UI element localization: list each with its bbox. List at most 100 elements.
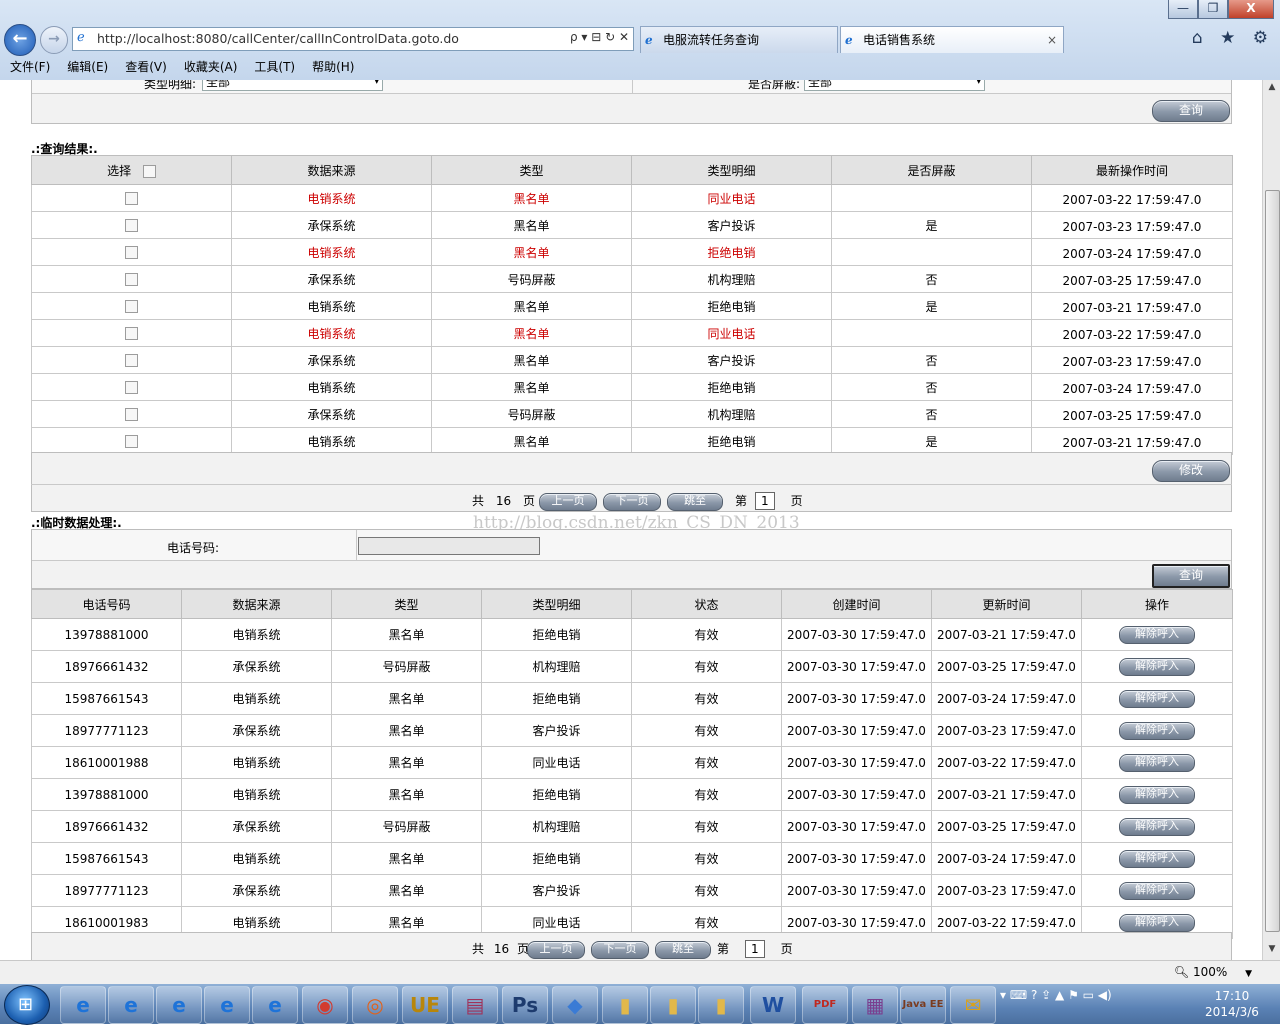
result-row[interactable]: 承保系统 黑名单 客户投诉否 2007-03-23 17:59:47.0	[31, 346, 1233, 374]
result-row[interactable]: 承保系统 黑名单 客户投诉是 2007-03-23 17:59:47.0	[31, 211, 1233, 239]
mail-icon[interactable]: ✉	[950, 986, 996, 1024]
zoom-control[interactable]: 🔍︎ 100% ▼	[1174, 965, 1252, 979]
menu-view[interactable]: 查看(V)	[115, 56, 174, 78]
next-page-button[interactable]: 下一页	[603, 493, 661, 511]
release-call-button[interactable]: 解除呼入	[1119, 817, 1195, 836]
scroll-thumb[interactable]	[1265, 190, 1280, 932]
result-row[interactable]: 电销系统 黑名单 拒绝电销否 2007-03-24 17:59:47.0	[31, 373, 1233, 401]
source-cell: 电销系统	[181, 842, 332, 875]
pager-total: 16	[495, 494, 512, 508]
phone-input[interactable]	[358, 537, 540, 555]
type-cell: 黑名单	[331, 682, 482, 715]
scroll-up-icon[interactable]: ▲	[1265, 82, 1279, 96]
chrome-icon[interactable]: ◉	[302, 986, 348, 1024]
query-button-top[interactable]: 查询	[1152, 100, 1230, 122]
forward-button[interactable]: →	[40, 26, 68, 54]
prev-page-button[interactable]: 上一页	[527, 941, 585, 959]
row-checkbox[interactable]	[125, 327, 138, 340]
prev-page-button[interactable]: 上一页	[539, 493, 597, 511]
action-cell: 解除呼入	[1081, 714, 1233, 747]
release-call-button[interactable]: 解除呼入	[1119, 625, 1195, 644]
ultraedit-icon[interactable]: UE	[402, 986, 448, 1024]
ie-icon[interactable]: e	[156, 986, 202, 1024]
next-page-button[interactable]: 下一页	[591, 941, 649, 959]
address-bar[interactable]: ℯ http://localhost:8080/callCenter/callI…	[72, 27, 634, 51]
vertical-scrollbar[interactable]: ▲ ▼	[1262, 80, 1280, 960]
type-detail-select[interactable]: 全部 ▾	[202, 80, 383, 91]
javaee-icon[interactable]: Java EE	[900, 986, 946, 1024]
close-window-button[interactable]: X	[1228, 0, 1274, 19]
row-checkbox[interactable]	[125, 192, 138, 205]
menu-help[interactable]: 帮助(H)	[302, 56, 361, 78]
jump-button[interactable]: 跳至	[655, 941, 711, 959]
row-checkbox[interactable]	[125, 354, 138, 367]
result-row[interactable]: 承保系统 号码屏蔽 机构理赔否 2007-03-25 17:59:47.0	[31, 265, 1233, 293]
release-call-button[interactable]: 解除呼入	[1119, 753, 1195, 772]
modify-button[interactable]: 修改	[1152, 460, 1230, 482]
pdf-icon[interactable]: PDF	[802, 986, 848, 1024]
result-row[interactable]: 承保系统 号码屏蔽 机构理赔否 2007-03-25 17:59:47.0	[31, 400, 1233, 428]
folder-icon[interactable]: ▮	[650, 986, 696, 1024]
ie-icon[interactable]: e	[60, 986, 106, 1024]
tab-close-icon[interactable]: ×	[1047, 27, 1057, 53]
word-icon[interactable]: W	[750, 986, 796, 1024]
minimize-button[interactable]: —	[1168, 0, 1198, 19]
release-call-button[interactable]: 解除呼入	[1119, 721, 1195, 740]
back-button[interactable]: ←	[4, 24, 36, 56]
database-icon[interactable]: ▤	[452, 986, 498, 1024]
release-call-button[interactable]: 解除呼入	[1119, 913, 1195, 932]
tab-task-query[interactable]: ℯ 电服流转任务查询	[640, 26, 838, 53]
pager-page-prefix: 第	[735, 494, 748, 508]
page-number-input[interactable]: 1	[744, 940, 765, 958]
system-tray[interactable]: ▾ ⌨ ? ⇪ ▲ ⚑ ▭ ◀)	[1000, 988, 1112, 1002]
firefox-icon[interactable]: ◎	[352, 986, 398, 1024]
type-detail-cell: 同业电话	[631, 184, 832, 212]
row-checkbox[interactable]	[125, 435, 138, 448]
tab-phone-sales[interactable]: ℯ 电话销售系统 ×	[840, 26, 1064, 53]
clock-time: 17:10	[1214, 989, 1250, 1003]
result-row[interactable]: 电销系统 黑名单 拒绝电销是 2007-03-21 17:59:47.0	[31, 292, 1233, 320]
ie-icon[interactable]: e	[252, 986, 298, 1024]
header-type-detail: 类型明细	[481, 589, 632, 619]
query-button-temp[interactable]: 查询	[1152, 564, 1230, 588]
release-call-button[interactable]: 解除呼入	[1119, 849, 1195, 868]
result-row[interactable]: 电销系统 黑名单 拒绝电销 2007-03-24 17:59:47.0	[31, 238, 1233, 266]
address-url[interactable]: http://localhost:8080/callCenter/callInC…	[97, 31, 459, 46]
page-number-input[interactable]: 1	[754, 492, 775, 510]
start-button[interactable]: ⊞	[4, 985, 50, 1025]
row-checkbox[interactable]	[125, 246, 138, 259]
menu-file[interactable]: 文件(F)	[0, 56, 57, 78]
menu-tools[interactable]: 工具(T)	[244, 56, 302, 78]
folder-icon[interactable]: ▮	[602, 986, 648, 1024]
menu-edit[interactable]: 编辑(E)	[57, 56, 115, 78]
row-checkbox[interactable]	[125, 381, 138, 394]
select-all-checkbox[interactable]	[142, 164, 156, 178]
folder-icon[interactable]: ▮	[698, 986, 744, 1024]
scroll-down-icon[interactable]: ▼	[1265, 944, 1279, 958]
release-call-button[interactable]: 解除呼入	[1119, 657, 1195, 676]
row-checkbox[interactable]	[125, 408, 138, 421]
row-checkbox[interactable]	[125, 300, 138, 313]
result-row[interactable]: 电销系统 黑名单 同业电话 2007-03-22 17:59:47.0	[31, 184, 1233, 212]
release-call-button[interactable]: 解除呼入	[1119, 785, 1195, 804]
home-favorites-tools-icons[interactable]: ⌂ ★ ⚙	[1192, 28, 1274, 48]
result-row[interactable]: 电销系统 黑名单 同业电话 2007-03-22 17:59:47.0	[31, 319, 1233, 347]
created-cell: 2007-03-30 17:59:47.0	[781, 874, 932, 907]
maximize-button[interactable]: ❐	[1198, 0, 1228, 19]
release-call-button[interactable]: 解除呼入	[1119, 689, 1195, 708]
clock[interactable]: 17:10 2014/3/6	[1196, 988, 1268, 1020]
menu-favorites[interactable]: 收藏夹(A)	[174, 56, 245, 78]
address-bar-tools[interactable]: ρ ▾ ⊟ ↻ ✕	[570, 30, 629, 44]
blocked-select[interactable]: 全部 ▾	[804, 80, 985, 91]
network-icon[interactable]: ◆	[552, 986, 598, 1024]
ie-icon[interactable]: e	[204, 986, 250, 1024]
filter-row: 类型明细: 全部 ▾ 是否屏蔽: 全部 ▾	[32, 80, 1231, 94]
result-row[interactable]: 电销系统 黑名单 拒绝电销是 2007-03-21 17:59:47.0	[31, 427, 1233, 455]
row-checkbox[interactable]	[125, 273, 138, 286]
winrar-icon[interactable]: ▦	[852, 986, 898, 1024]
release-call-button[interactable]: 解除呼入	[1119, 881, 1195, 900]
ie-icon[interactable]: e	[108, 986, 154, 1024]
photoshop-icon[interactable]: Ps	[502, 986, 548, 1024]
row-checkbox[interactable]	[125, 219, 138, 232]
jump-button[interactable]: 跳至	[667, 493, 723, 511]
